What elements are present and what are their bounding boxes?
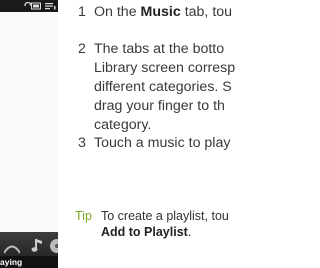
music-note-icon[interactable]	[30, 236, 46, 254]
step-text: Touch a music to play	[94, 135, 231, 151]
list-item[interactable]	[0, 188, 58, 233]
list-item[interactable]	[0, 56, 58, 101]
phone-screenshot: Playing	[0, 0, 58, 268]
status-bar	[0, 0, 58, 12]
tip-label: Tip	[75, 209, 92, 223]
step-number: 3	[78, 135, 86, 151]
tip-text: To create a playlist, tou Add to Playlis…	[101, 209, 229, 239]
step-text: On the Music tab, tou	[94, 4, 233, 20]
step-number: 2	[78, 41, 86, 57]
now-playing-tab[interactable]: Playing	[0, 256, 58, 268]
artist-icon[interactable]	[4, 236, 20, 254]
list-item[interactable]	[0, 100, 58, 145]
signal-icon	[45, 3, 56, 10]
music-list	[0, 12, 58, 233]
tab-icons-row	[0, 232, 58, 258]
step-text: The tabs at the botto Library screen cor…	[94, 41, 236, 133]
list-item[interactable]	[0, 12, 58, 57]
library-tab-bar: Playing	[0, 232, 58, 268]
step-number: 1	[78, 4, 86, 20]
list-item[interactable]	[0, 144, 58, 189]
album-disc-icon[interactable]	[48, 236, 58, 254]
now-playing-label: Playing	[0, 257, 23, 267]
battery-icon	[31, 2, 41, 10]
